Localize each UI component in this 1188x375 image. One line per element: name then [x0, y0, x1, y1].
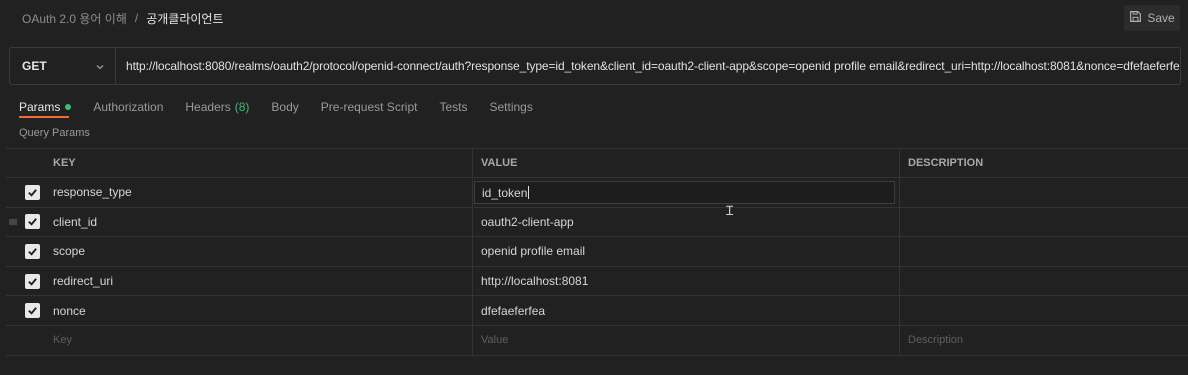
tab-body-label: Body	[271, 100, 299, 114]
check-icon	[28, 277, 37, 286]
tab-authorization[interactable]: Authorization	[93, 96, 163, 118]
tab-headers-label: Headers	[185, 100, 231, 114]
new-key-input[interactable]: Key	[48, 325, 473, 355]
param-description[interactable]	[900, 237, 1188, 266]
row-checkbox[interactable]	[25, 184, 40, 200]
params-table: KEY VALUE DESCRIPTION response_type id_t…	[6, 148, 1188, 356]
param-value-cell: id_token	[473, 178, 900, 207]
tab-tests-label: Tests	[439, 100, 468, 114]
breadcrumb-current[interactable]: 공개클라이언트	[146, 10, 223, 27]
request-tabs: Params Authorization Headers (8) Body Pr…	[19, 96, 555, 118]
table-row: response_type id_token	[6, 178, 1188, 208]
row-checkbox[interactable]	[25, 303, 40, 319]
ibeam-cursor-icon: Ɪ	[726, 203, 734, 218]
param-description[interactable]	[900, 208, 1188, 237]
headers-count: (8)	[234, 100, 250, 114]
param-value[interactable]: oauth2-client-app	[473, 207, 900, 237]
param-value[interactable]: dfefaeferfea	[473, 296, 900, 325]
param-value[interactable]: openid profile email	[473, 237, 900, 266]
row-checkbox[interactable]	[25, 273, 40, 289]
breadcrumb-parent[interactable]: OAuth 2.0 용어 이해	[22, 10, 127, 27]
row-checkbox[interactable]	[25, 214, 40, 230]
check-icon	[28, 248, 37, 256]
param-value-input[interactable]: id_token	[474, 181, 895, 204]
param-key[interactable]: client_id	[48, 207, 473, 237]
table-row: redirect_uri http://localhost:8081	[6, 266, 1188, 297]
tab-settings-label: Settings	[489, 100, 533, 114]
tab-authorization-label: Authorization	[93, 100, 164, 114]
new-description-input[interactable]: Description	[900, 326, 1188, 355]
param-description[interactable]	[900, 296, 1188, 325]
tab-tests[interactable]: Tests	[439, 96, 467, 118]
param-key[interactable]: nonce	[48, 296, 473, 325]
check-icon	[28, 188, 37, 197]
tab-pre-request-script-label: Pre-request Script	[320, 100, 418, 114]
save-button[interactable]: Save	[1124, 5, 1180, 31]
tab-headers[interactable]: Headers (8)	[185, 96, 249, 118]
new-value-input[interactable]: Value	[473, 325, 900, 355]
table-row: client_id oauth2-client-app	[6, 207, 1188, 238]
param-description[interactable]	[900, 267, 1188, 296]
param-key[interactable]: response_type	[48, 178, 473, 207]
chevron-down-icon	[95, 61, 105, 71]
table-row: nonce dfefaeferfea	[6, 296, 1188, 326]
check-icon	[28, 307, 37, 315]
save-icon	[1129, 10, 1142, 26]
tab-params[interactable]: Params	[19, 96, 72, 118]
param-key[interactable]: redirect_uri	[48, 266, 473, 296]
table-header-row: KEY VALUE DESCRIPTION	[6, 149, 1188, 178]
row-checkbox[interactable]	[25, 243, 40, 259]
section-title: Query Params	[19, 127, 90, 139]
tab-params-label: Params	[19, 100, 61, 114]
active-tab-underline	[19, 116, 69, 118]
new-param-row: Key Value Description	[6, 325, 1188, 356]
params-active-dot-icon	[65, 104, 72, 110]
method-select[interactable]: GET	[10, 48, 116, 84]
param-key[interactable]: scope	[48, 237, 473, 266]
drag-handle-icon[interactable]	[6, 208, 20, 237]
column-header-value: VALUE	[473, 149, 900, 177]
text-caret	[528, 186, 530, 199]
check-icon	[28, 218, 37, 226]
save-label: Save	[1147, 11, 1175, 25]
request-bar: GET http://localhost:8080/realms/oauth2/…	[9, 47, 1181, 85]
column-header-key: KEY	[48, 149, 473, 177]
tab-pre-request-script[interactable]: Pre-request Script	[321, 96, 418, 118]
param-value[interactable]: http://localhost:8081	[473, 266, 900, 296]
method-label: GET	[22, 59, 47, 73]
breadcrumb-separator: /	[134, 11, 139, 25]
param-description[interactable]	[900, 178, 1188, 207]
tab-settings[interactable]: Settings	[490, 96, 533, 118]
url-input[interactable]: http://localhost:8080/realms/oauth2/prot…	[116, 48, 1180, 84]
topbar: OAuth 2.0 용어 이해 / 공개클라이언트 Save	[0, 0, 1188, 36]
table-row: scope openid profile email	[6, 237, 1188, 267]
column-header-description: DESCRIPTION	[908, 157, 984, 169]
tab-body[interactable]: Body	[271, 96, 298, 118]
param-value: id_token	[482, 185, 528, 200]
